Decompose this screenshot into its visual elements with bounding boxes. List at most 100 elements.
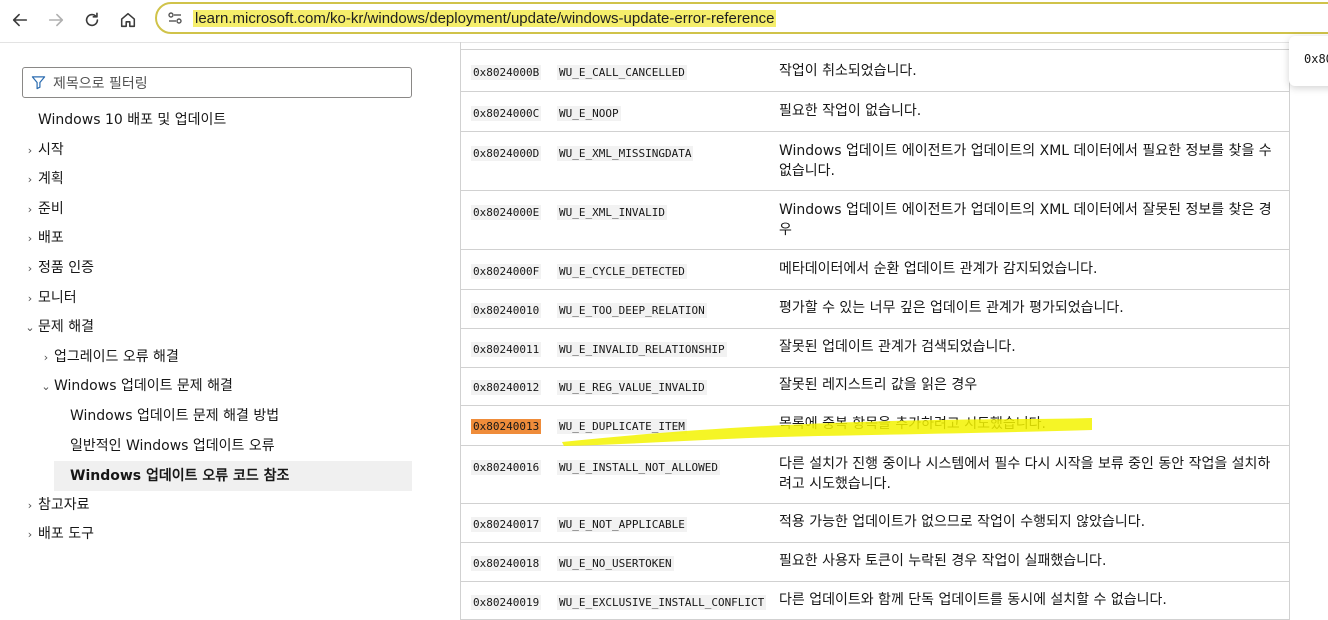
home-icon (120, 12, 136, 28)
toc-item-windows10-deploy[interactable]: Windows 10 배포 및 업데이트 (38, 106, 226, 134)
table-row: 0x80240019 WU_E_EXCLUSIVE_INSTALL_CONFLI… (461, 582, 1289, 620)
filter-icon (31, 76, 46, 90)
error-name: WU_E_NOOP (557, 106, 621, 121)
chevron-right-icon: › (27, 203, 33, 216)
error-description: 잘못된 업데이트 관계가 검색되었습니다. (779, 339, 1016, 355)
error-description: Windows 업데이트 에이전트가 업데이트의 XML 데이터에서 필요한 정… (779, 143, 1272, 179)
error-name: WU_E_NOT_APPLICABLE (557, 517, 687, 532)
table-row: 0x80240010 WU_E_TOO_DEEP_RELATION 평가할 수 … (461, 290, 1289, 329)
error-code: 0x80240017 (471, 517, 542, 532)
table-row-highlighted: 0x80240013 WU_E_DUPLICATE_ITEM 목록에 중복 항목… (461, 406, 1289, 446)
toc-item-wu-error-reference[interactable]: Windows 업데이트 오류 코드 참조 (54, 461, 412, 491)
toc-sidebar: 제목으로 필터링 Windows 10 배포 및 업데이트 › 시작 › 계획 › 준… (0, 42, 440, 620)
error-name: WU_E_XML_INVALID (557, 205, 667, 220)
toc-item-label: Windows 업데이트 오류 코드 참조 (70, 468, 290, 484)
error-name: WU_E_CYCLE_DETECTED (557, 264, 687, 279)
error-code: 0x8024000F (471, 264, 542, 279)
error-description: 잘못된 레지스트리 값을 읽은 경우 (779, 377, 978, 393)
forward-button[interactable] (43, 7, 69, 33)
site-settings-icon[interactable] (167, 10, 183, 26)
toc-item-label: 배포 도구 (38, 526, 94, 542)
toc-item-label: Windows 업데이트 문제 해결 (54, 378, 233, 394)
table-row: 0x80240016 WU_E_INSTALL_NOT_ALLOWED 다른 설… (461, 446, 1289, 504)
toc-item-label: Windows 업데이트 문제 해결 방법 (70, 408, 280, 424)
error-name: WU_E_INVALID_RELATIONSHIP (557, 342, 727, 357)
toc-item-upgrade-errors[interactable]: › 업그레이드 오류 해결 (40, 343, 179, 371)
table-row: 0x8024000F WU_E_CYCLE_DETECTED 메타데이터에서 순… (461, 250, 1289, 290)
error-description: 다른 업데이트와 함께 단독 업데이트를 동시에 설치할 수 없습니다. (779, 592, 1167, 608)
error-description: 필요한 작업이 없습니다. (779, 103, 922, 119)
table-row: 0x8024000D WU_E_XML_MISSINGDATA Windows … (461, 132, 1289, 191)
table-row: 0x80240018 WU_E_NO_USERTOKEN 필요한 사용자 토큰이… (461, 543, 1289, 582)
chevron-down-icon: ⌄ (41, 380, 51, 393)
arrow-left-icon (12, 13, 28, 27)
table-row: 0x8024000B WU_E_CALL_CANCELLED 작업이 취소되었습… (461, 50, 1289, 92)
chevron-down-icon: ⌄ (25, 321, 35, 334)
toc-item-wu-troubleshoot-how[interactable]: Windows 업데이트 문제 해결 방법 (70, 402, 279, 430)
error-description: 필요한 사용자 토큰이 누락된 경우 작업이 실패했습니다. (779, 553, 1107, 569)
toc-item-prepare[interactable]: › 준비 (24, 195, 64, 223)
toc-item-deploy-tools[interactable]: › 배포 도구 (24, 520, 94, 548)
toc-item-label: 일반적인 Windows 업데이트 오류 (70, 438, 275, 454)
reload-button[interactable] (79, 7, 105, 33)
url-text[interactable]: learn.microsoft.com/ko-kr/windows/deploy… (193, 9, 777, 27)
error-name: WU_E_XML_MISSINGDATA (557, 146, 694, 161)
filter-placeholder: 제목으로 필터링 (53, 75, 148, 92)
error-code: 0x8024000E (471, 205, 542, 220)
error-name: WU_E_INSTALL_NOT_ALLOWED (557, 460, 720, 475)
chevron-right-icon: › (43, 351, 49, 364)
error-code: 0x80240013 (471, 419, 542, 434)
table-row: 0x80240011 WU_E_INVALID_RELATIONSHIP 잘못된… (461, 329, 1289, 368)
toc-item-label: 문제 해결 (38, 319, 94, 335)
table-row-partial (461, 42, 1289, 50)
toc-item-label: 시작 (38, 142, 64, 158)
error-code: 0x8024000C (471, 106, 542, 121)
error-description: 메타데이터에서 순환 업데이트 관계가 감지되었습니다. (779, 261, 1098, 277)
error-code-table: 0x8024000B WU_E_CALL_CANCELLED 작업이 취소되었습… (460, 42, 1290, 620)
error-description: 작업이 취소되었습니다. (779, 63, 917, 79)
back-button[interactable] (7, 7, 33, 33)
home-button[interactable] (115, 7, 141, 33)
error-code: 0x80240010 (471, 303, 542, 318)
toc-item-start[interactable]: › 시작 (24, 136, 64, 164)
toc-item-label: 업그레이드 오류 해결 (54, 349, 179, 365)
reload-icon (85, 12, 99, 27)
error-code: 0x8024000B (471, 65, 542, 80)
toc-item-label: 정품 인증 (38, 260, 94, 276)
toc-item-troubleshoot[interactable]: ⌄ 문제 해결 (24, 313, 94, 341)
chevron-right-icon: › (27, 292, 33, 305)
error-description: 적용 가능한 업데이트가 없으므로 작업이 수행되지 않았습니다. (779, 514, 1146, 530)
error-description: 다른 설치가 진행 중이나 시스템에서 필수 다시 시작을 보류 중인 동안 작… (779, 456, 1271, 492)
table-row: 0x80240017 WU_E_NOT_APPLICABLE 적용 가능한 업데… (461, 504, 1289, 543)
chevron-right-icon: › (27, 528, 33, 541)
error-name: WU_E_TOO_DEEP_RELATION (557, 303, 707, 318)
table-row: 0x80240012 WU_E_REG_VALUE_INVALID 잘못된 레지… (461, 368, 1289, 406)
error-description: 목록에 중복 항목을 추가하려고 시도했습니다. (779, 416, 1046, 432)
table-row: 0x8024000C WU_E_NOOP 필요한 작업이 없습니다. (461, 92, 1289, 132)
error-code: 0x80240018 (471, 556, 542, 571)
address-bar[interactable]: learn.microsoft.com/ko-kr/windows/deploy… (155, 2, 1328, 34)
toc-item-plan[interactable]: › 계획 (24, 165, 64, 193)
arrow-right-icon (48, 13, 64, 27)
error-code: 0x80240016 (471, 460, 542, 475)
error-description: Windows 업데이트 에이전트가 업데이트의 XML 데이터에서 잘못된 정… (779, 202, 1272, 238)
browser-toolbar: learn.microsoft.com/ko-kr/windows/deploy… (0, 0, 1328, 43)
error-name: WU_E_DUPLICATE_ITEM (557, 419, 687, 434)
chevron-right-icon: › (27, 262, 33, 275)
toc-item-monitor[interactable]: › 모니터 (24, 284, 77, 312)
toc-filter-input[interactable]: 제목으로 필터링 (22, 67, 412, 98)
error-code: 0x80240011 (471, 342, 542, 357)
error-code: 0x80240019 (471, 595, 542, 610)
toc-item-wu-troubleshoot[interactable]: ⌄ Windows 업데이트 문제 해결 (40, 372, 233, 400)
chevron-right-icon: › (27, 499, 33, 512)
toc-item-label: 계획 (38, 171, 64, 187)
toc-item-label: 참고자료 (38, 497, 90, 513)
error-name: WU_E_EXCLUSIVE_INSTALL_CONFLICT (557, 595, 767, 610)
chevron-right-icon: › (27, 173, 33, 186)
toc-item-common-wu-errors[interactable]: 일반적인 Windows 업데이트 오류 (70, 432, 275, 460)
toc-item-reference[interactable]: › 참고자료 (24, 491, 90, 519)
toc-item-activation[interactable]: › 정품 인증 (24, 254, 94, 282)
error-name: WU_E_REG_VALUE_INVALID (557, 380, 707, 395)
toc-item-deploy[interactable]: › 배포 (24, 224, 64, 252)
error-description: 평가할 수 있는 너무 깊은 업데이트 관계가 평가되었습니다. (779, 300, 1124, 316)
